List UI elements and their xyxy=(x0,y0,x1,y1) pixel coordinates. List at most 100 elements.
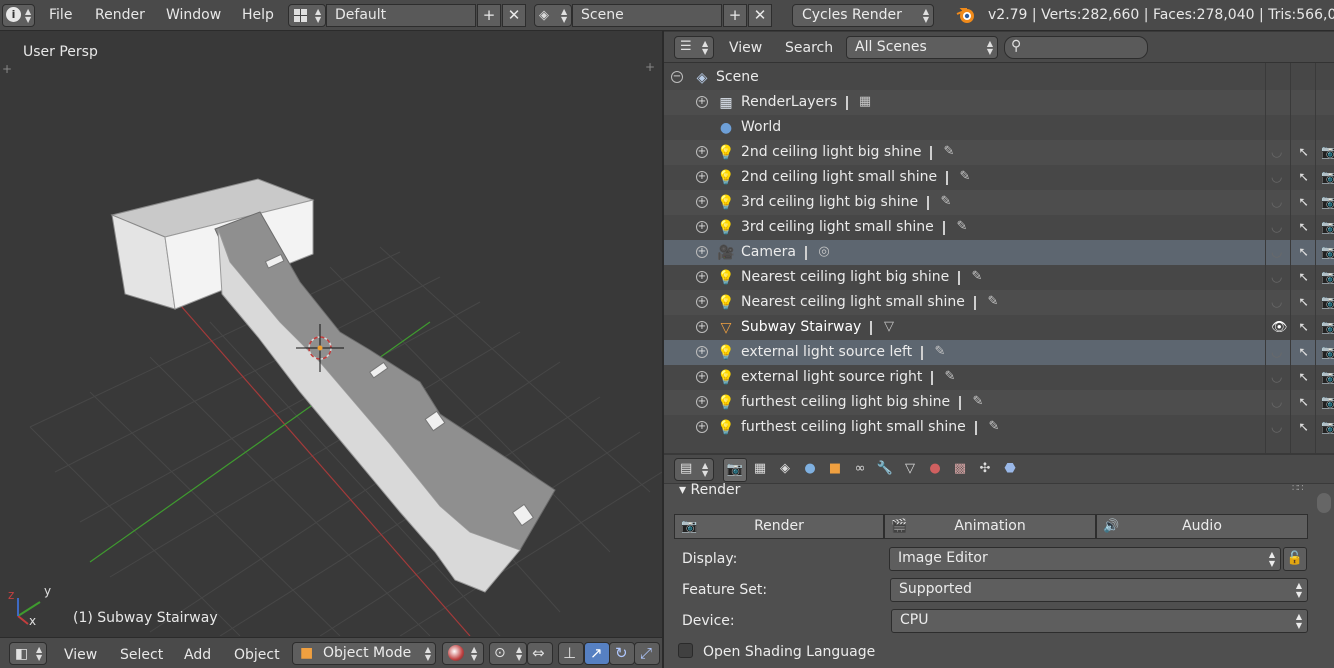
selectability-cursor-icon[interactable]: ➚ xyxy=(1298,220,1309,235)
manipulator-toggle-button[interactable]: ⇔ xyxy=(527,642,553,665)
panel-drag-handle-icon[interactable]: ∷∷ xyxy=(1292,483,1304,494)
expand-icon[interactable]: + xyxy=(696,421,708,433)
editor-type-3dview-button[interactable]: ◧ ▲ ▼ xyxy=(9,642,47,665)
menu-view[interactable]: View xyxy=(64,647,97,663)
scene-name-field[interactable]: Scene xyxy=(572,4,722,27)
display-mode-select[interactable]: All Scenes ▲ ▼ xyxy=(846,36,998,59)
renderability-camera-icon[interactable]: 📷 xyxy=(1321,320,1334,335)
expand-icon[interactable]: + xyxy=(696,271,708,283)
outliner-row-subway-stairway[interactable]: + ▽ Subway Stairway ▽ 👁 ➚ 📷 xyxy=(664,315,1334,340)
visibility-eye-icon[interactable]: ◡ xyxy=(1271,345,1282,360)
3d-viewport[interactable]: y x z + + User Persp (1) Subway Stairway xyxy=(0,32,662,636)
editor-type-outliner-button[interactable]: ☰ ▲ ▼ xyxy=(674,36,714,59)
renderability-camera-icon[interactable]: 📷 xyxy=(1321,395,1334,410)
object-data-icon[interactable]: ✎ xyxy=(969,393,987,411)
outliner-row-world[interactable]: ● World xyxy=(664,115,1334,140)
selectability-cursor-icon[interactable]: ➚ xyxy=(1298,270,1309,285)
mode-select[interactable]: ■ Object Mode ▲ ▼ xyxy=(292,642,436,665)
selectability-cursor-icon[interactable]: ➚ xyxy=(1298,145,1309,160)
renderability-camera-icon[interactable]: 📷 xyxy=(1321,270,1334,285)
toolshelf-toggle-icon[interactable]: + xyxy=(2,62,12,76)
expand-icon[interactable]: + xyxy=(696,396,708,408)
tab-material[interactable]: ● xyxy=(923,458,947,482)
manipulator-button[interactable]: ⊥ xyxy=(558,642,584,665)
properties-toggle-icon[interactable]: + xyxy=(645,60,655,74)
menu-add[interactable]: Add xyxy=(184,647,211,663)
lock-interface-button[interactable]: 🔓 xyxy=(1283,547,1307,571)
renderability-camera-icon[interactable]: 📷 xyxy=(1321,295,1334,310)
tab-scene[interactable]: ◈ xyxy=(773,458,797,482)
menu-render[interactable]: Render xyxy=(95,7,145,23)
scene-selector-button[interactable]: ◈ ▲ ▼ xyxy=(534,4,572,27)
remove-scene-button[interactable]: ✕ xyxy=(748,4,772,27)
editor-type-info-button[interactable]: i ▲ ▼ xyxy=(2,4,35,27)
tab-world[interactable]: ● xyxy=(798,458,822,482)
renderability-camera-icon[interactable]: 📷 xyxy=(1321,195,1334,210)
object-data-icon[interactable]: ✎ xyxy=(937,193,955,211)
renderability-camera-icon[interactable]: 📷 xyxy=(1321,420,1334,435)
expand-icon[interactable]: + xyxy=(696,321,708,333)
tab-physics[interactable]: ⬣ xyxy=(998,458,1022,482)
scale-button[interactable]: ⤢ xyxy=(634,642,660,665)
outliner-row-nearest-ceiling-light-big-shine[interactable]: + 💡 Nearest ceiling light big shine ✎ ◡ ➚ 📷 xyxy=(664,265,1334,290)
outliner-row-furthest-ceiling-light-big-shine[interactable]: + 💡 furthest ceiling light big shine ✎ ◡ ➚ 📷 xyxy=(664,390,1334,415)
expand-icon[interactable]: + xyxy=(696,196,708,208)
expand-icon[interactable]: + xyxy=(696,296,708,308)
menu-help[interactable]: Help xyxy=(242,7,274,23)
render-engine-select[interactable]: Cycles Render ▲ ▼ xyxy=(792,4,934,27)
visibility-eye-icon[interactable]: ◡ xyxy=(1271,145,1282,160)
object-data-icon[interactable]: ✎ xyxy=(931,343,949,361)
tab-render[interactable]: 📷 xyxy=(723,458,747,482)
expand-icon[interactable]: + xyxy=(696,146,708,158)
object-data-icon[interactable]: ✎ xyxy=(984,293,1002,311)
expand-icon[interactable]: + xyxy=(696,346,708,358)
screen-layout-field[interactable]: Default xyxy=(326,4,476,27)
outliner-row-external-light-source-left[interactable]: + 💡 external light source left ✎ ◡ ➚ 📷 xyxy=(664,340,1334,365)
object-data-icon[interactable]: ✎ xyxy=(941,368,959,386)
renderability-camera-icon[interactable]: 📷 xyxy=(1321,170,1334,185)
expand-icon[interactable]: + xyxy=(696,371,708,383)
object-data-icon[interactable]: ◎ xyxy=(815,243,833,261)
renderability-camera-icon[interactable]: 📷 xyxy=(1321,145,1334,160)
tab-modifiers[interactable]: 🔧 xyxy=(873,458,897,482)
visibility-eye-icon[interactable]: ◡ xyxy=(1271,395,1282,410)
visibility-eye-icon[interactable]: ◡ xyxy=(1271,295,1282,310)
display-select[interactable]: Image Editor ▲ ▼ xyxy=(889,547,1281,571)
translate-button[interactable]: ↗ xyxy=(584,642,610,665)
selectability-cursor-icon[interactable]: ➚ xyxy=(1298,420,1309,435)
remove-screen-button[interactable]: ✕ xyxy=(502,4,526,27)
rotate-button[interactable]: ↻ xyxy=(609,642,635,665)
add-screen-button[interactable]: + xyxy=(477,4,501,27)
renderability-camera-icon[interactable]: 📷 xyxy=(1321,345,1334,360)
viewport-shading-button[interactable]: ▲ ▼ xyxy=(442,642,484,665)
visibility-eye-icon[interactable]: ◡ xyxy=(1271,420,1282,435)
visibility-eye-icon[interactable]: ◡ xyxy=(1271,270,1282,285)
selectability-cursor-icon[interactable]: ➚ xyxy=(1298,320,1309,335)
visibility-eye-icon[interactable]: ◡ xyxy=(1271,245,1282,260)
menu-outliner-search[interactable]: Search xyxy=(785,40,833,56)
menu-outliner-view[interactable]: View xyxy=(729,40,762,56)
outliner-row-2nd-ceiling-light-big-shine[interactable]: + 💡 2nd ceiling light big shine ✎ ◡ ➚ 📷 xyxy=(664,140,1334,165)
render-animation-button[interactable]: 🎬 Animation xyxy=(884,514,1096,539)
render-audio-button[interactable]: 🔊 Audio xyxy=(1096,514,1308,539)
visibility-eye-icon[interactable]: ◡ xyxy=(1271,170,1282,185)
osl-checkbox[interactable] xyxy=(678,643,693,658)
tab-data[interactable]: ▽ xyxy=(898,458,922,482)
collapse-icon[interactable]: − xyxy=(671,71,683,83)
pivot-point-button[interactable]: ⊙ ▲ ▼ xyxy=(489,642,527,665)
selectability-cursor-icon[interactable]: ➚ xyxy=(1298,395,1309,410)
outliner-row-furthest-ceiling-light-small-shine[interactable]: + 💡 furthest ceiling light small shine ✎ ◡ ➚ 📷 xyxy=(664,415,1334,440)
object-data-icon[interactable]: ✎ xyxy=(985,418,1003,436)
object-data-icon[interactable]: ✎ xyxy=(968,268,986,286)
outliner-row-3rd-ceiling-light-big-shine[interactable]: + 💡 3rd ceiling light big shine ✎ ◡ ➚ 📷 xyxy=(664,190,1334,215)
tab-object[interactable]: ■ xyxy=(823,458,847,482)
outliner-search-input[interactable]: ⚲ xyxy=(1004,36,1148,59)
selectability-cursor-icon[interactable]: ➚ xyxy=(1298,370,1309,385)
outliner-row-2nd-ceiling-light-small-shine[interactable]: + 💡 2nd ceiling light small shine ✎ ◡ ➚ 📷 xyxy=(664,165,1334,190)
tab-particles[interactable]: ✣ xyxy=(973,458,997,482)
tab-render-layers[interactable]: ▦ xyxy=(748,458,772,482)
object-data-icon[interactable]: ✎ xyxy=(953,218,971,236)
screen-layout-button[interactable]: ▲ ▼ xyxy=(288,4,326,27)
expand-icon[interactable]: + xyxy=(696,171,708,183)
visibility-eye-icon[interactable]: ◡ xyxy=(1271,195,1282,210)
